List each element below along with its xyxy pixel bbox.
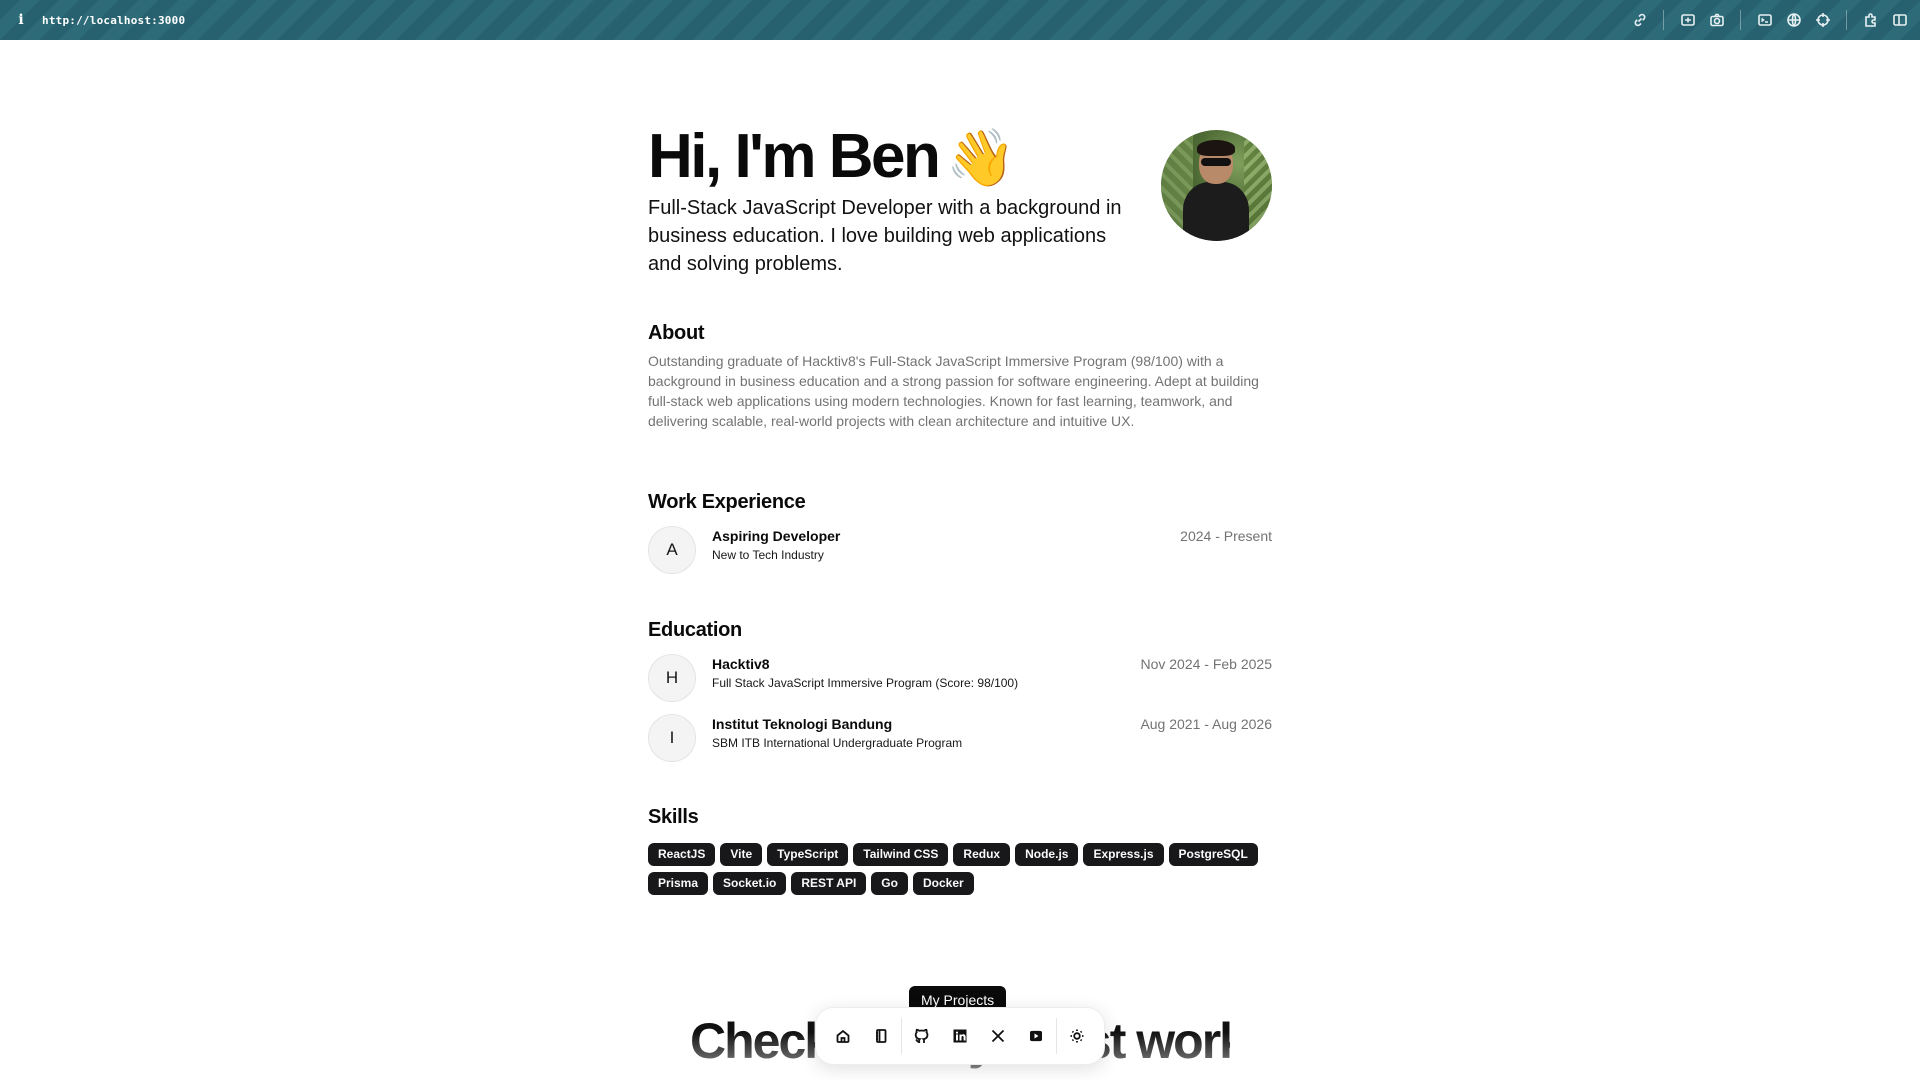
- about-title: About: [648, 322, 705, 344]
- school-name: Institut Teknologi Bandung: [712, 716, 893, 732]
- browser-toolbar: i http://localhost:3000: [0, 0, 1920, 40]
- skill-badge: Prisma: [648, 872, 709, 895]
- notebook-icon[interactable]: [862, 1016, 900, 1056]
- hero-section: Hi, I'm Ben 👋 Full-Stack JavaScript Devel…: [648, 40, 1272, 290]
- skills-title: Skills: [648, 806, 699, 828]
- skill-badge: PostgreSQL: [1168, 843, 1258, 866]
- skill-badge: TypeScript: [767, 843, 849, 866]
- wave-emoji: 👋: [946, 126, 1017, 189]
- education-section: Education H Hacktiv8 Full Stack JavaScri…: [648, 619, 1272, 774]
- about-text: Outstanding graduate of Hacktiv8's Full-…: [648, 353, 1259, 429]
- skill-badge: Node.js: [1015, 843, 1079, 866]
- resume-content: Hi, I'm Ben 👋 Full-Stack JavaScript Devel…: [648, 40, 1272, 895]
- youtube-icon[interactable]: [1017, 1016, 1055, 1056]
- sidebar-icon[interactable]: [1885, 0, 1914, 40]
- dock-divider: [901, 1018, 902, 1054]
- hero-greeting-text: Hi, I'm Ben: [648, 122, 941, 191]
- dock-divider: [1056, 1018, 1057, 1054]
- toolbar-divider: [1740, 10, 1741, 30]
- toolbar-divider: [1663, 10, 1664, 30]
- avatar: [1161, 130, 1272, 241]
- skill-badge: Socket.io: [713, 872, 787, 895]
- floating-dock: [815, 1007, 1105, 1065]
- education-entry[interactable]: H Hacktiv8 Full Stack JavaScript Immersi…: [648, 654, 1272, 714]
- skill-badge: Express.js: [1083, 843, 1164, 866]
- link-icon[interactable]: [1625, 0, 1654, 40]
- github-icon[interactable]: [903, 1016, 941, 1056]
- linkedin-icon[interactable]: [941, 1016, 979, 1056]
- work-dates: 2024 - Present: [1180, 528, 1272, 544]
- hero-greeting: Hi, I'm Ben 👋: [648, 122, 1016, 193]
- avatar-hair: [1197, 140, 1235, 156]
- company-logo: A: [648, 526, 696, 574]
- crosshair-icon[interactable]: [1808, 0, 1837, 40]
- education-dates: Aug 2021 - Aug 2026: [1140, 716, 1272, 732]
- about-section: About Outstanding graduate of Hacktiv8's…: [648, 322, 1272, 431]
- avatar-sunglasses: [1201, 158, 1231, 166]
- toolbar-tools: [1625, 0, 1914, 40]
- skill-badge: Vite: [720, 843, 763, 866]
- skill-badge: Docker: [912, 872, 974, 895]
- education-entry[interactable]: I Institut Teknologi Bandung SBM ITB Int…: [648, 714, 1272, 774]
- skills-list: ReactJS Vite TypeScript Tailwind CSS Red…: [648, 843, 1272, 895]
- home-icon[interactable]: [824, 1016, 862, 1056]
- info-icon[interactable]: i: [0, 12, 42, 28]
- skills-section: Skills ReactJS Vite TypeScript Tailwind …: [648, 806, 1272, 895]
- company-name: Aspiring Developer: [712, 528, 841, 544]
- work-entry[interactable]: A Aspiring Developer New to Tech Industr…: [648, 526, 1272, 586]
- skill-badge: REST API: [791, 872, 867, 895]
- program-name: SBM ITB International Undergraduate Prog…: [712, 736, 963, 750]
- program-name: Full Stack JavaScript Immersive Program …: [712, 676, 1019, 690]
- camera-icon[interactable]: [1702, 0, 1731, 40]
- screen-capture-icon[interactable]: [1673, 0, 1702, 40]
- skill-badge: ReactJS: [648, 843, 716, 866]
- school-logo: I: [648, 714, 696, 762]
- globe-icon[interactable]: [1779, 0, 1808, 40]
- education-title: Education: [648, 619, 742, 641]
- toolbar-divider: [1846, 10, 1847, 30]
- avatar-body: [1183, 182, 1249, 241]
- school-name: Hacktiv8: [712, 656, 770, 672]
- school-logo: H: [648, 654, 696, 702]
- sun-icon[interactable]: [1058, 1016, 1096, 1056]
- extension-icon[interactable]: [1856, 0, 1885, 40]
- skill-badge: Go: [871, 872, 908, 895]
- hero-subtitle: Full-Stack JavaScript Developer with a b…: [648, 197, 1122, 275]
- skill-badge: Redux: [953, 843, 1011, 866]
- education-dates: Nov 2024 - Feb 2025: [1140, 656, 1272, 672]
- address-bar[interactable]: http://localhost:3000: [42, 14, 185, 27]
- terminal-icon[interactable]: [1750, 0, 1779, 40]
- job-role: New to Tech Industry: [712, 548, 824, 562]
- work-section: Work Experience A Aspiring Developer New…: [648, 491, 1272, 586]
- work-title: Work Experience: [648, 491, 806, 513]
- skill-badge: Tailwind CSS: [853, 843, 949, 866]
- x-icon[interactable]: [979, 1016, 1017, 1056]
